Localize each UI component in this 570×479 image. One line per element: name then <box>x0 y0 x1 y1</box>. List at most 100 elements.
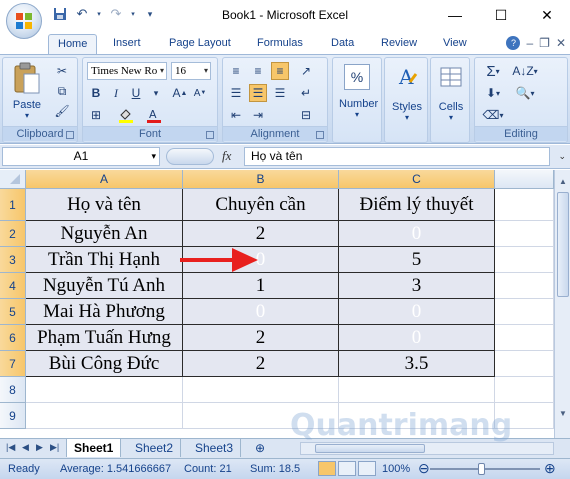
font-color-icon[interactable]: A <box>145 106 163 124</box>
normal-view-button[interactable] <box>318 461 336 476</box>
bold-button[interactable]: B <box>87 84 105 102</box>
formula-bar-splitter[interactable] <box>166 148 214 165</box>
formula-bar-expand-icon[interactable]: ⌄ <box>558 151 566 162</box>
grow-font-icon[interactable]: A ▲ <box>171 84 189 102</box>
cell-a7[interactable]: Bùi Công Đức <box>26 351 183 377</box>
cell-c2[interactable]: 0 <box>339 221 495 247</box>
cell-a6[interactable]: Phạm Tuấn Hưng <box>26 325 183 351</box>
workbook-close-icon[interactable]: ✕ <box>556 36 566 50</box>
cell-a8[interactable] <box>26 377 183 403</box>
cell-d5[interactable] <box>495 299 554 325</box>
horizontal-scrollbar[interactable] <box>300 442 554 455</box>
fill-icon[interactable]: ⬇ ▾ <box>479 84 507 102</box>
sort-filter-icon[interactable]: A↓Z ▾ <box>511 62 539 80</box>
workbook-restore-icon[interactable]: ❐ <box>539 36 550 50</box>
scroll-down-icon[interactable]: ▼ <box>557 408 569 420</box>
cell-c5[interactable]: 0 <box>339 299 495 325</box>
cell-d8[interactable] <box>495 377 554 403</box>
cell-c7[interactable]: 3.5 <box>339 351 495 377</box>
prev-sheet-icon[interactable]: ◀ <box>22 442 29 453</box>
cell-d3[interactable] <box>495 247 554 273</box>
orientation-icon[interactable]: ↗ <box>297 62 315 80</box>
merge-center-icon[interactable]: ⊟ <box>297 106 315 124</box>
cell-a3[interactable]: Trần Thị Hạnh <box>26 247 183 273</box>
align-middle-icon[interactable]: ≡ <box>249 62 267 80</box>
format-painter-icon[interactable]: 🖌 <box>53 102 71 120</box>
cell-c1[interactable]: Điểm lý thuyết <box>339 189 495 221</box>
insert-function-button[interactable]: fx <box>222 148 231 164</box>
next-sheet-icon[interactable]: ▶ <box>36 442 43 453</box>
align-top-icon[interactable]: ≡ <box>227 62 245 80</box>
cell-c6[interactable]: 0 <box>339 325 495 351</box>
cell-c8[interactable] <box>339 377 495 403</box>
row-header-2[interactable]: 2 <box>0 221 26 247</box>
row-header-3[interactable]: 3 <box>0 247 26 273</box>
maximize-button[interactable]: ☐ <box>478 0 524 30</box>
number-format-button[interactable]: % Number ▾ <box>339 64 378 119</box>
find-select-icon[interactable]: 🔍 ▾ <box>511 84 539 102</box>
tab-insert[interactable]: Insert <box>104 34 150 54</box>
cell-b6[interactable]: 2 <box>183 325 339 351</box>
cell-c3[interactable]: 5 <box>339 247 495 273</box>
align-left-icon[interactable]: ☰ <box>227 84 245 102</box>
cell-c4[interactable]: 3 <box>339 273 495 299</box>
cells-group[interactable]: Cells ▾ <box>430 57 470 143</box>
column-header-c[interactable]: C <box>339 170 495 189</box>
column-header-a[interactable]: A <box>26 170 183 189</box>
decrease-indent-icon[interactable]: ⇤ <box>227 106 245 124</box>
cell-b4[interactable]: 1 <box>183 273 339 299</box>
row-header-4[interactable]: 4 <box>0 273 26 299</box>
cell-a5[interactable]: Mai Hà Phương <box>26 299 183 325</box>
tab-page-layout[interactable]: Page Layout <box>160 34 240 54</box>
office-button[interactable] <box>6 3 42 39</box>
fill-color-icon[interactable] <box>117 106 135 124</box>
paste-button[interactable]: Paste ▾ <box>9 62 45 120</box>
cell-a4[interactable]: Nguyễn Tú Anh <box>26 273 183 299</box>
row-header-9[interactable]: 9 <box>0 403 26 429</box>
vertical-scroll-thumb[interactable] <box>557 192 569 297</box>
align-right-icon[interactable]: ☰ <box>271 84 289 102</box>
zoom-level[interactable]: 100% <box>382 463 410 475</box>
tab-view[interactable]: View <box>434 34 476 54</box>
wrap-text-icon[interactable]: ↵ <box>297 84 315 102</box>
clear-icon[interactable]: ⌫ ▾ <box>479 106 507 124</box>
cell-b1[interactable]: Chuyên cần <box>183 189 339 221</box>
select-all-corner[interactable] <box>0 170 26 189</box>
sheet-tab-sheet3[interactable]: Sheet3 <box>188 439 242 457</box>
cells-button[interactable]: Cells ▾ <box>433 64 469 122</box>
clipboard-launcher-icon[interactable] <box>66 131 74 139</box>
last-sheet-icon[interactable]: ▶| <box>50 442 59 453</box>
font-size-combo[interactable]: 16 ▾ <box>171 62 211 80</box>
column-header-b[interactable]: B <box>183 170 339 189</box>
sheet-tab-sheet2[interactable]: Sheet2 <box>128 439 182 457</box>
row-header-8[interactable]: 8 <box>0 377 26 403</box>
cell-a2[interactable]: Nguyễn An <box>26 221 183 247</box>
row-header-7[interactable]: 7 <box>0 351 26 377</box>
tab-data[interactable]: Data <box>322 34 363 54</box>
tab-review[interactable]: Review <box>372 34 426 54</box>
zoom-out-icon[interactable]: ⊖ <box>418 460 430 477</box>
tab-home[interactable]: Home <box>48 34 98 54</box>
row-header-5[interactable]: 5 <box>0 299 26 325</box>
cell-a9[interactable] <box>26 403 183 429</box>
help-icon[interactable]: ? <box>506 36 521 50</box>
align-bottom-icon[interactable]: ≡ <box>271 62 289 80</box>
cell-b2[interactable]: 2 <box>183 221 339 247</box>
italic-button[interactable]: I <box>107 84 125 102</box>
borders-icon[interactable]: ⊞ <box>87 106 105 124</box>
name-box[interactable]: A1 ▾ <box>2 147 160 166</box>
shrink-font-icon[interactable]: A ▼ <box>191 84 209 102</box>
cell-a1[interactable]: Họ và tên <box>26 189 183 221</box>
cut-icon[interactable]: ✂ <box>53 62 71 80</box>
styles-group[interactable]: A Styles ▾ <box>384 57 428 143</box>
insert-sheet-icon[interactable]: ⊕ <box>248 439 272 457</box>
copy-icon[interactable]: ⧉ <box>53 82 71 100</box>
cell-d2[interactable] <box>495 221 554 247</box>
page-layout-view-button[interactable] <box>338 461 356 476</box>
paste-dropdown-icon[interactable]: ▾ <box>9 111 45 120</box>
page-break-view-button[interactable] <box>358 461 376 476</box>
name-box-dropdown-icon[interactable]: ▾ <box>151 148 156 165</box>
zoom-slider[interactable] <box>430 468 540 470</box>
autosum-button[interactable]: Σ ▾ <box>479 62 507 80</box>
sheet-tab-sheet1[interactable]: Sheet1 <box>66 439 122 457</box>
